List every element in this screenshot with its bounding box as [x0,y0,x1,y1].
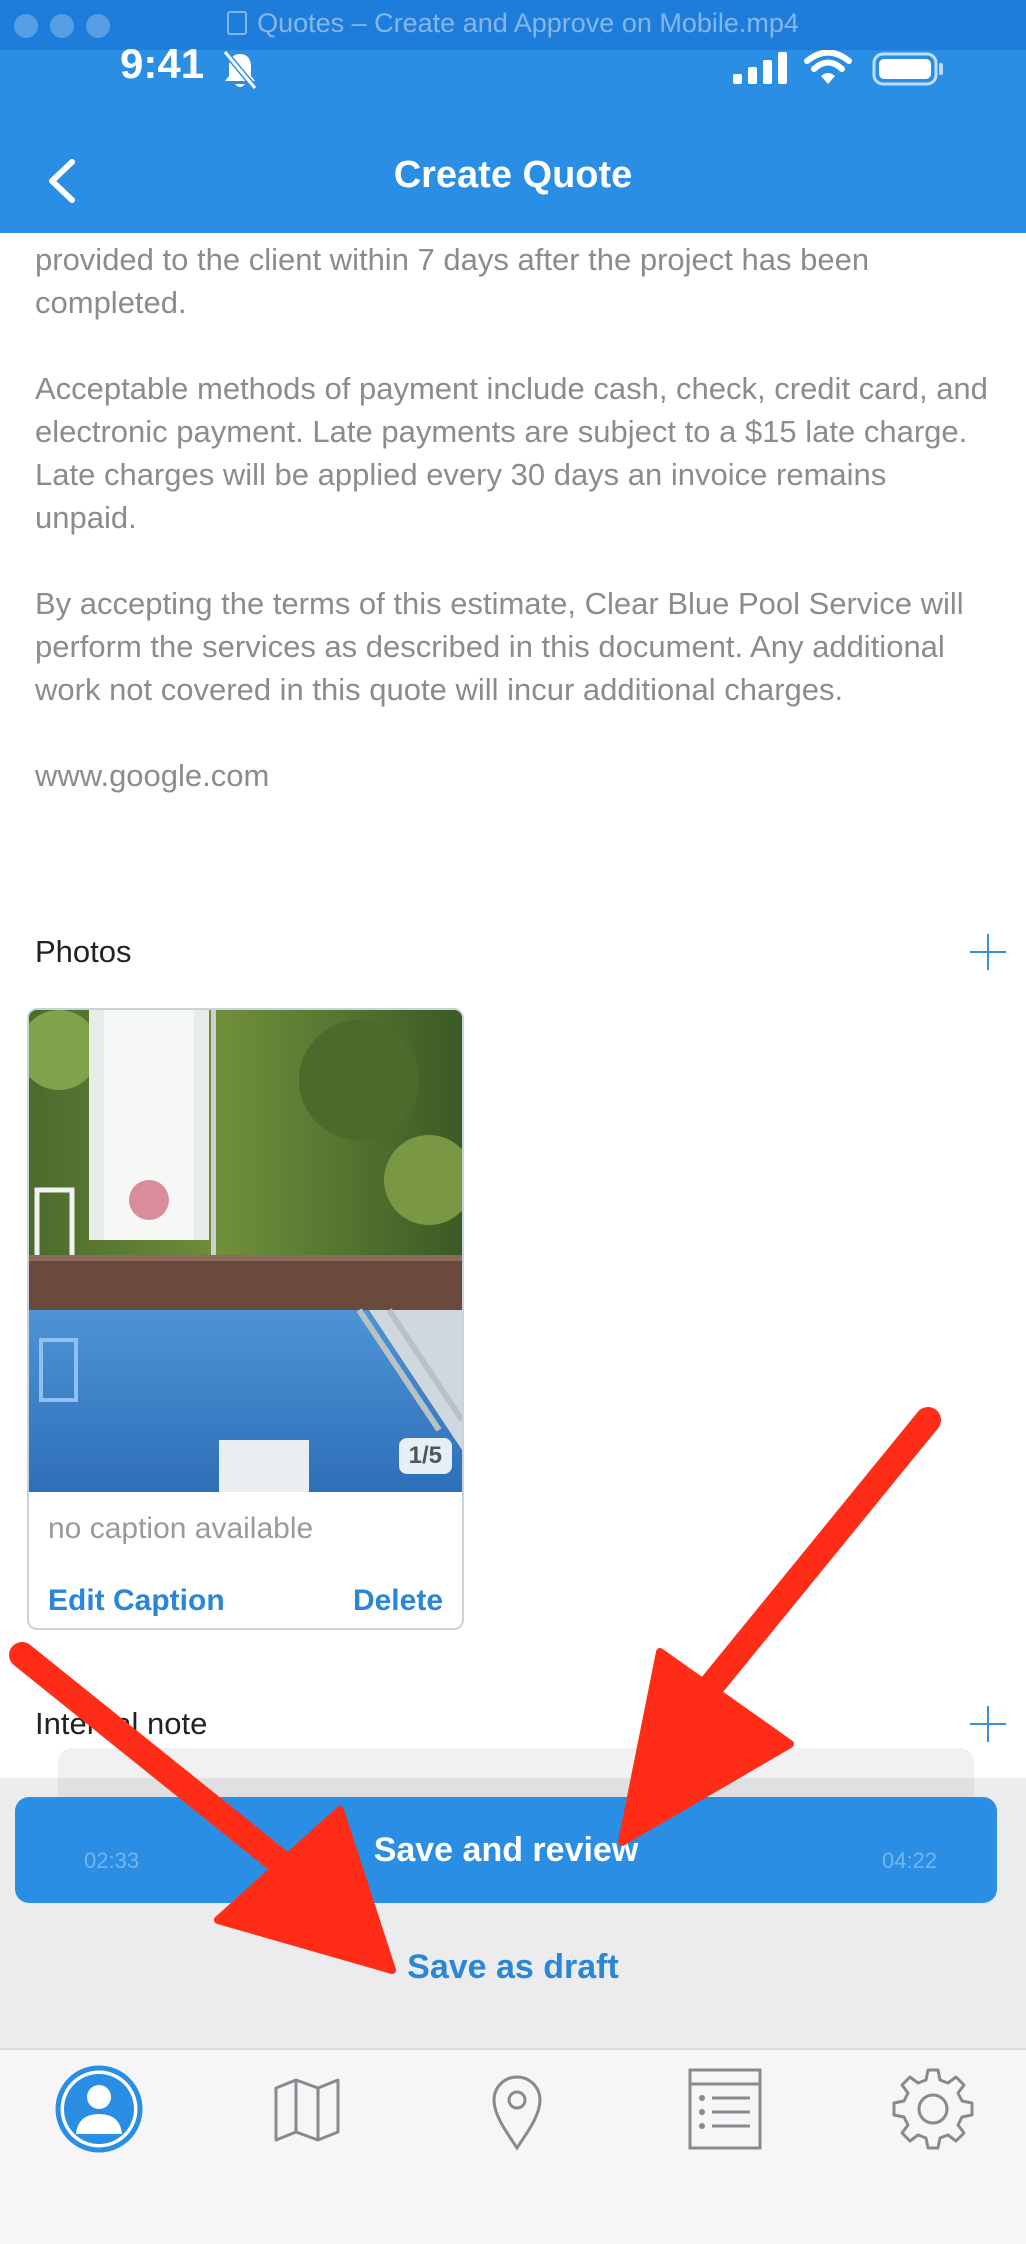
status-time: 9:41 [120,40,205,87]
bell-muted-icon [222,50,258,90]
app-header: Quotes – Create and Approve on Mobile.mp… [0,0,1026,233]
terms-paragraph: By accepting the terms of this estimate,… [35,586,964,707]
battery-icon [872,52,943,86]
video-remaining-time: 04:22 [882,1848,938,1873]
cellular-signal-icon [733,52,787,84]
pool-photo[interactable] [29,1010,462,1492]
settings-gear-icon[interactable] [888,2064,978,2154]
terms-link[interactable]: www.google.com [35,754,995,797]
profile-icon[interactable] [54,2064,144,2154]
save-and-review-button[interactable]: Save and review [15,1797,997,1903]
page-title: Create Quote [393,154,633,196]
photo-caption: no caption available [48,1512,314,1545]
video-elapsed-time: 02:33 [84,1848,140,1873]
terms-paragraph: Acceptable methods of payment include ca… [35,371,988,535]
window-title: Quotes – Create and Approve on Mobile.mp… [0,8,1026,39]
internal-note-label: Internal note [35,1706,208,1741]
window-title-text: Quotes – Create and Approve on Mobile.mp… [257,8,799,38]
quote-terms: provided to the client within 7 days aft… [35,238,995,840]
document-icon [227,11,248,35]
photo-counter-badge: 1/5 [398,1438,452,1474]
wifi-icon [804,50,852,84]
location-pin-icon[interactable] [472,2064,562,2154]
add-photo-plus-icon[interactable] [968,932,1008,972]
list-icon[interactable] [680,2064,770,2154]
save-as-draft-button[interactable]: Save as draft [0,1948,1026,1987]
photo-card: 1/5 no caption available Edit Caption De… [27,1008,464,1630]
edit-caption-button[interactable]: Edit Caption [48,1584,225,1618]
delete-photo-button[interactable]: Delete [353,1584,443,1618]
terms-paragraph: provided to the client within 7 days aft… [35,242,870,320]
arrow-to-save-and-review [677,1407,941,1725]
photos-label: Photos [35,934,132,969]
map-icon[interactable] [262,2064,352,2154]
add-internal-note-plus-icon[interactable] [968,1704,1008,1744]
